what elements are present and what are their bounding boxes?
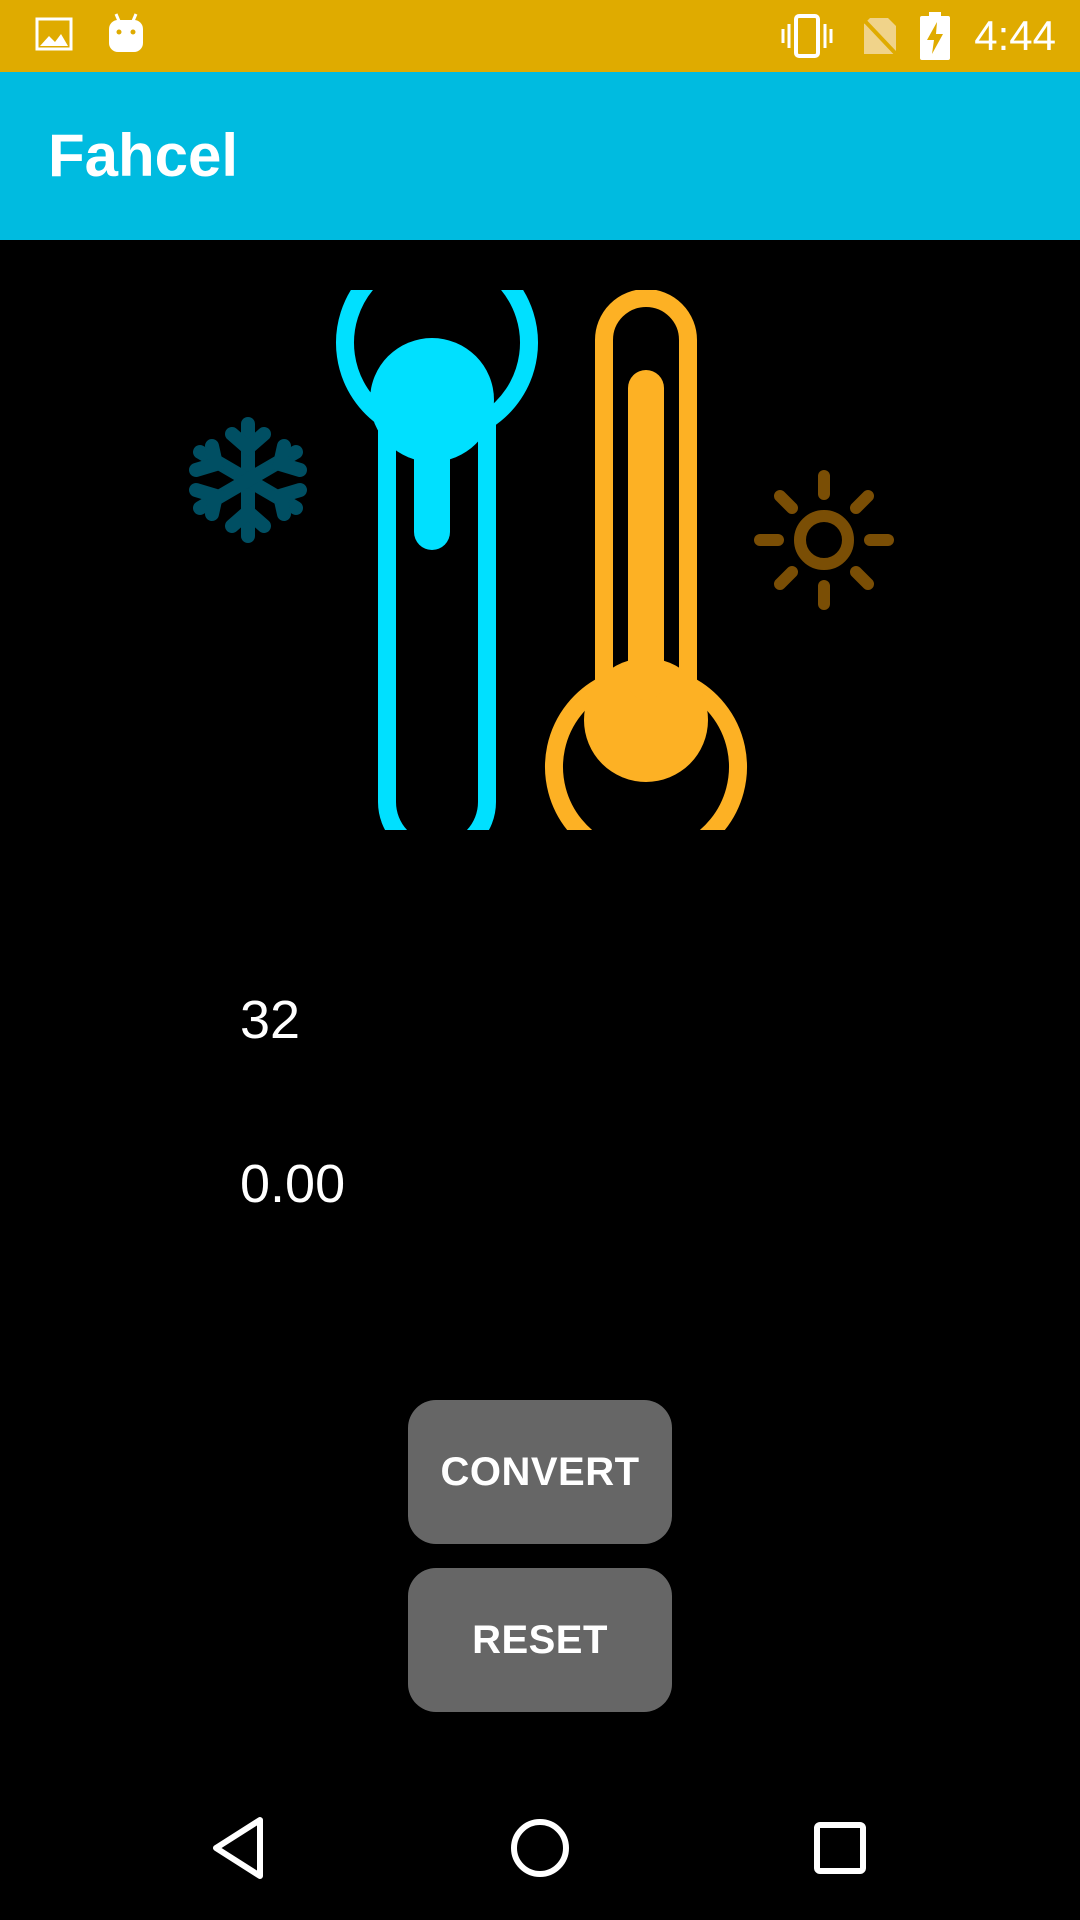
thermometer-illustration <box>160 241 920 868</box>
status-time: 4:44 <box>974 12 1056 59</box>
home-icon[interactable] <box>504 1812 576 1884</box>
no-sim-icon <box>858 14 902 63</box>
back-icon[interactable] <box>204 1812 276 1884</box>
temperature-input[interactable]: 32 <box>240 988 300 1052</box>
navigation-bar <box>0 1776 1080 1920</box>
hot-thermometer-icon <box>545 289 747 868</box>
vibrate-icon <box>780 14 834 63</box>
recents-icon[interactable] <box>804 1812 876 1884</box>
converted-value: 0.00 <box>240 1154 346 1214</box>
app-bar: Fahcel <box>0 72 1080 240</box>
reset-button[interactable]: RESET <box>408 1568 672 1712</box>
snowflake-icon <box>189 417 307 543</box>
android-icon <box>106 12 146 61</box>
status-bar: 4:44 <box>0 0 1080 72</box>
convert-button[interactable]: CONVERT <box>408 1400 672 1544</box>
cold-thermometer-icon <box>336 241 538 861</box>
app-title: Fahcel <box>48 122 239 189</box>
gallery-icon <box>34 14 74 59</box>
sun-icon <box>754 470 894 610</box>
battery-charging-icon <box>918 12 952 65</box>
